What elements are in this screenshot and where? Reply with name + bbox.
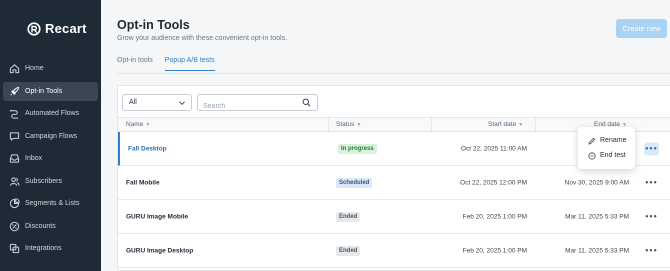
brand-logo[interactable]: Recart xyxy=(27,21,87,36)
test-name[interactable]: Fall Desktop xyxy=(128,145,167,152)
sidebar-item-campaign-flows[interactable]: Campaign Flows xyxy=(3,127,98,146)
column-divider xyxy=(535,118,536,132)
status-badge: Ended xyxy=(336,245,361,256)
chat-icon xyxy=(9,131,20,142)
pie-chart-icon xyxy=(9,198,20,209)
end-date: Nov 30, 2025 9:00 AM xyxy=(564,179,629,186)
menu-item-label: Rename xyxy=(600,137,627,144)
start-date: Oct 22, 2025 12:00 PM xyxy=(460,179,527,186)
brand-name: Recart xyxy=(45,21,87,36)
recart-logo-icon xyxy=(27,21,41,36)
sidebar-item-discounts[interactable]: Discounts xyxy=(3,217,98,236)
status-filter-value: All xyxy=(129,99,137,106)
sort-arrow-icon: ▼ xyxy=(145,121,151,128)
home-icon xyxy=(9,63,20,74)
integrations-icon xyxy=(9,243,20,254)
table-row[interactable]: GURU Image Desktop Ended Feb 20, 2025 1:… xyxy=(118,234,670,268)
page-subtitle: Grow your audience with these convenient… xyxy=(117,35,288,42)
tab-bar: Opt-in tools Popup A/B tests xyxy=(117,57,215,71)
rocket-icon xyxy=(9,86,20,97)
search-icon[interactable] xyxy=(302,98,311,107)
sidebar-item-label: Segments & Lists xyxy=(25,200,80,207)
more-horizontal-icon: ••• xyxy=(645,211,658,222)
start-date: Feb 20, 2025 1:00 PM xyxy=(462,247,527,254)
page-title: Opt-in Tools xyxy=(117,18,190,32)
tab-popup-ab-tests[interactable]: Popup A/B tests xyxy=(164,57,215,71)
sidebar: Recart Home Opt-in Tools Automated Flows… xyxy=(0,0,101,271)
column-header-label: Status xyxy=(336,121,355,128)
sidebar-item-opt-in-tools[interactable]: Opt-in Tools xyxy=(3,81,98,101)
table-row[interactable]: Fall Mobile Scheduled Oct 22, 2025 12:00… xyxy=(118,166,670,200)
flow-icon xyxy=(9,108,20,119)
create-new-button[interactable]: Create new xyxy=(616,19,667,38)
more-actions-button[interactable]: ••• xyxy=(644,142,659,155)
start-date: Oct 22, 2025 11:00 AM xyxy=(460,145,527,152)
search-input[interactable] xyxy=(198,99,298,114)
chevron-down-icon xyxy=(179,101,185,106)
more-actions-button[interactable]: ••• xyxy=(644,210,659,223)
test-name[interactable]: GURU Image Mobile xyxy=(126,213,188,220)
sort-arrow-icon: ▼ xyxy=(356,121,362,128)
more-actions-button[interactable]: ••• xyxy=(644,176,659,189)
column-header-status[interactable]: Status ▼ xyxy=(336,121,361,128)
search-box xyxy=(197,94,318,114)
tab-opt-in-tools[interactable]: Opt-in tools xyxy=(117,57,153,71)
inbox-icon xyxy=(9,153,20,164)
sidebar-item-segments-lists[interactable]: Segments & Lists xyxy=(3,194,98,213)
users-icon xyxy=(9,176,20,187)
sidebar-item-label: Campaign Flows xyxy=(25,132,78,140)
sidebar-item-home[interactable]: Home xyxy=(3,59,98,78)
table-row[interactable]: GURU Image Mobile Ended Feb 20, 2025 1:0… xyxy=(118,200,670,234)
more-horizontal-icon: ••• xyxy=(645,143,658,154)
sidebar-item-label: Inbox xyxy=(25,155,43,162)
sort-arrow-icon: ▼ xyxy=(518,121,524,128)
sidebar-nav: Home Opt-in Tools Automated Flows Campai… xyxy=(3,59,98,262)
column-header-start-date[interactable]: Start date ▼ xyxy=(488,121,523,128)
more-horizontal-icon: ••• xyxy=(645,245,658,256)
status-badge: In progress xyxy=(338,143,377,154)
test-name[interactable]: Fall Mobile xyxy=(126,179,160,186)
column-header-name[interactable]: Name ▼ xyxy=(126,121,150,128)
menu-item-end-test[interactable]: End test xyxy=(578,148,635,163)
status-filter-select[interactable]: All xyxy=(122,94,192,111)
sidebar-item-label: Opt-in Tools xyxy=(25,87,63,95)
sidebar-item-label: Automated Flows xyxy=(25,110,80,117)
row-actions-menu: Rename End test xyxy=(578,127,635,169)
sidebar-item-inbox[interactable]: Inbox xyxy=(3,149,98,168)
end-date: Mar 11, 2025 5:33 PM xyxy=(565,213,629,220)
column-divider xyxy=(431,118,432,132)
sidebar-item-subscribers[interactable]: Subscribers xyxy=(3,172,98,191)
column-header-label: Name xyxy=(126,121,144,128)
ab-tests-card: All Name▼ Status▼ Start date▼ End date▼ … xyxy=(117,85,670,271)
sidebar-item-label: Subscribers xyxy=(25,177,62,185)
menu-item-rename[interactable]: Rename xyxy=(578,133,635,148)
sidebar-item-label: Integrations xyxy=(25,245,62,252)
sidebar-item-automated-flows[interactable]: Automated Flows xyxy=(3,104,98,123)
start-date: Feb 20, 2025 1:00 PM xyxy=(462,213,527,220)
discount-icon xyxy=(9,221,20,232)
column-divider xyxy=(328,118,329,132)
more-actions-button[interactable]: ••• xyxy=(644,244,659,257)
sidebar-item-label: Home xyxy=(25,65,44,72)
status-badge: Scheduled xyxy=(336,177,373,188)
menu-item-label: End test xyxy=(600,152,626,159)
stop-circle-icon xyxy=(588,151,596,160)
tabs-divider xyxy=(117,73,670,74)
end-date: Mar 11, 2025 5:33 PM xyxy=(565,247,629,254)
more-horizontal-icon: ••• xyxy=(645,177,658,188)
status-badge: Ended xyxy=(336,211,361,222)
pencil-icon xyxy=(588,137,596,144)
sidebar-item-integrations[interactable]: Integrations xyxy=(3,239,98,258)
column-header-label: Start date xyxy=(488,121,517,128)
sidebar-item-label: Discounts xyxy=(25,222,56,230)
test-name[interactable]: GURU Image Desktop xyxy=(126,247,193,254)
